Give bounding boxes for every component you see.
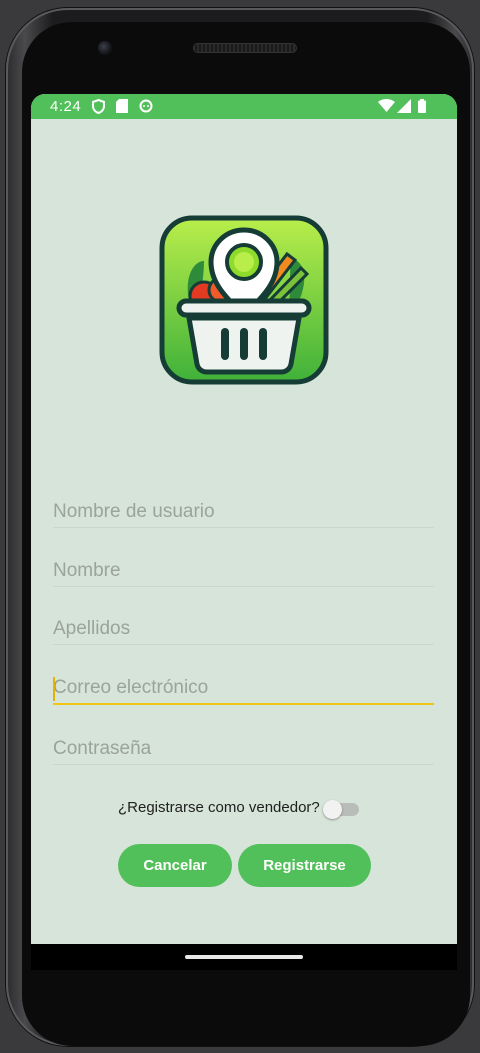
seller-toggle-thumb xyxy=(323,800,342,819)
sd-card-icon xyxy=(116,99,128,113)
last-name-field[interactable] xyxy=(53,614,434,645)
seller-switch-label: ¿Registrarse como vendedor? xyxy=(118,799,320,816)
status-time: 4:24 xyxy=(50,98,82,115)
app-screen: 4:24 Nombre de usuario Nombre Apellidos … xyxy=(31,94,457,944)
password-field[interactable] xyxy=(53,734,434,765)
basket-logo-icon xyxy=(159,215,329,385)
status-bar: 4:24 xyxy=(31,94,457,119)
battery-icon xyxy=(418,99,426,113)
shield-icon xyxy=(92,99,105,114)
username-field[interactable] xyxy=(53,497,434,528)
email-field[interactable] xyxy=(53,673,434,705)
wifi-icon xyxy=(378,99,395,112)
earpiece-speaker xyxy=(193,43,297,53)
android-icon xyxy=(139,99,153,113)
text-cursor xyxy=(53,677,55,701)
seller-toggle[interactable] xyxy=(323,799,359,819)
navigation-bar xyxy=(31,944,457,970)
home-gesture-handle[interactable] xyxy=(185,955,303,959)
signal-icon xyxy=(397,99,411,113)
first-name-field[interactable] xyxy=(53,556,434,587)
register-button[interactable]: Registrarse xyxy=(238,844,371,887)
cancel-button[interactable]: Cancelar xyxy=(118,844,232,887)
front-camera xyxy=(98,41,112,55)
